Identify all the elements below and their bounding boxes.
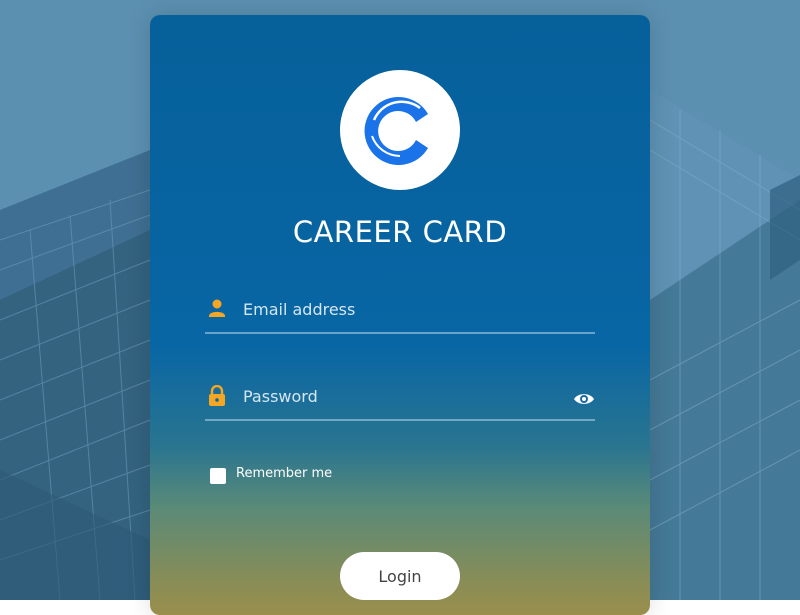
password-input[interactable] <box>243 381 563 411</box>
remember-me-label[interactable]: Remember me <box>236 466 332 481</box>
email-field-group <box>205 288 595 334</box>
password-field-group <box>205 375 595 421</box>
app-title: CAREER CARD <box>292 215 508 249</box>
login-card: CAREER CARD Remember me Login <box>150 15 650 615</box>
career-card-c-logo-icon <box>364 97 428 165</box>
eye-icon[interactable] <box>573 391 595 407</box>
remember-me-checkbox[interactable] <box>210 468 226 484</box>
login-button[interactable]: Login <box>340 552 460 600</box>
lock-icon <box>209 385 225 406</box>
logo-badge <box>340 70 460 190</box>
user-icon <box>209 299 225 317</box>
email-input[interactable] <box>243 294 563 324</box>
